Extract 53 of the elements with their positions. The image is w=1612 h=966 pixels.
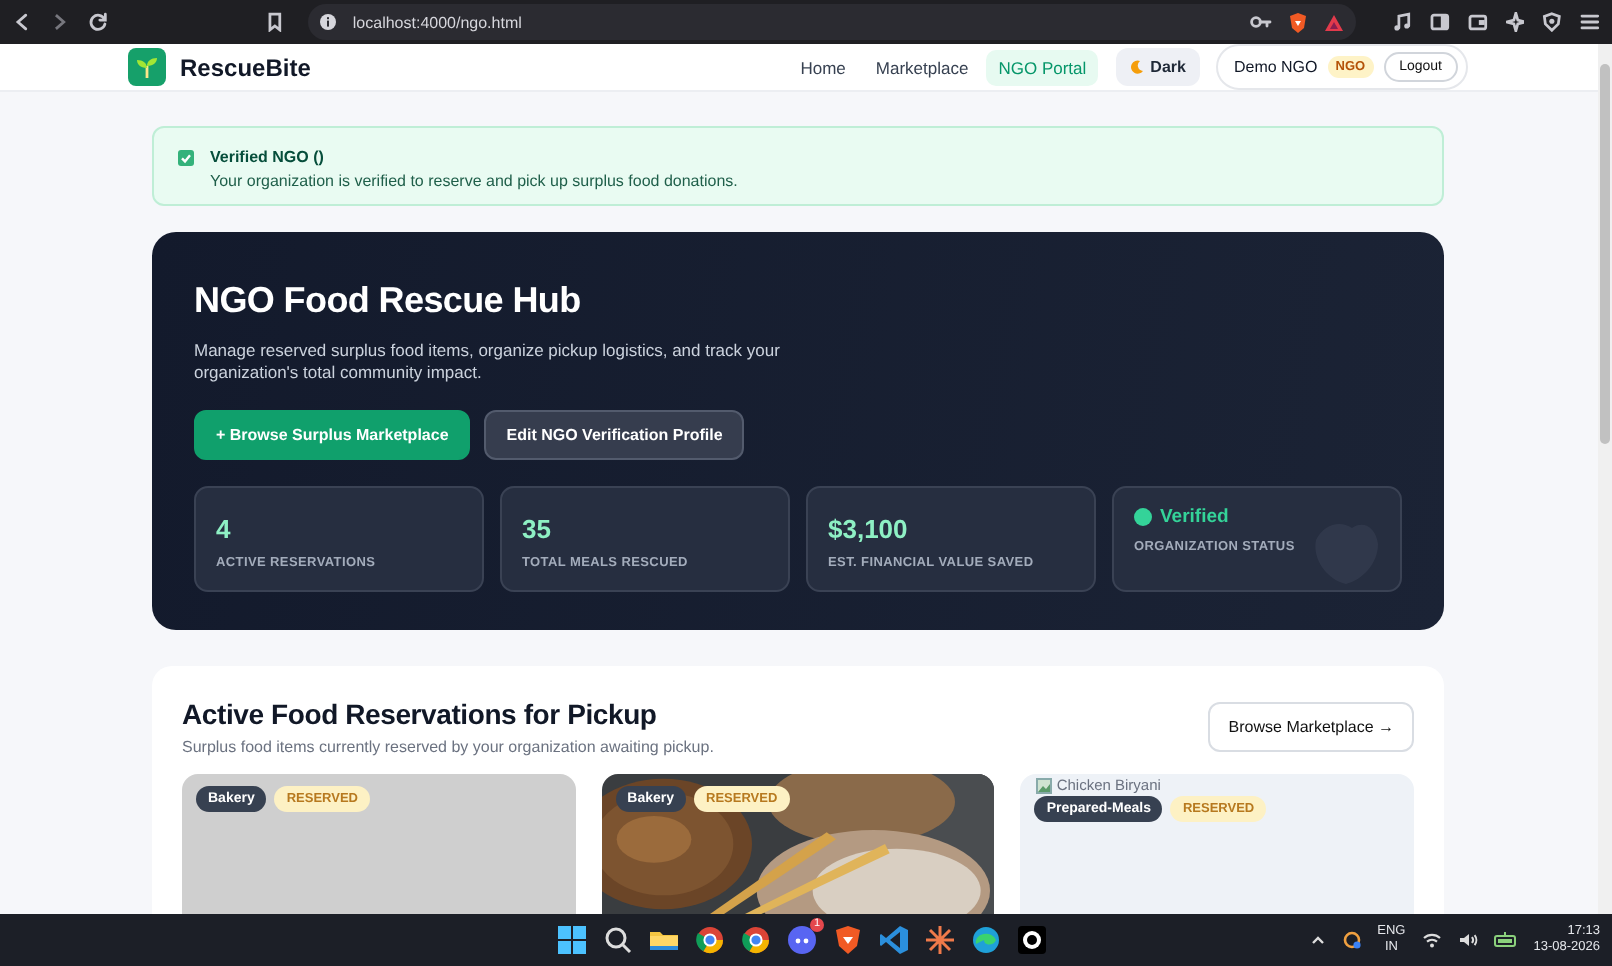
menu-icon[interactable] — [1580, 12, 1601, 32]
hero-description: Manage reserved surplus food items, organize pickup logistics, and track your organization's total community impact. — [194, 340, 782, 386]
status-value: Verified — [1160, 505, 1229, 528]
browser-icon[interactable] — [740, 924, 772, 956]
banner-title: Verified NGO () — [210, 148, 326, 166]
back-icon[interactable] — [12, 12, 32, 32]
broken-image-icon — [1036, 777, 1053, 793]
scrollbar-thumb[interactable] — [1600, 64, 1610, 444]
forward-icon[interactable] — [49, 12, 70, 32]
battery-icon[interactable] — [1493, 932, 1518, 948]
section-title: Active Food Reservations for Pickup — [182, 698, 659, 730]
reload-icon[interactable] — [87, 12, 108, 32]
info-icon — [320, 14, 337, 30]
wifi-icon[interactable] — [1421, 932, 1442, 948]
section-subtitle: Surplus food items currently reserved by your organization awaiting pickup. — [182, 738, 714, 756]
search-icon[interactable] — [602, 924, 634, 956]
status-dot-icon — [1134, 507, 1152, 526]
stat-value: 35 — [522, 513, 553, 544]
theme-toggle-button[interactable]: Dark — [1116, 48, 1200, 86]
browse-marketplace-button[interactable]: Browse Marketplace → — [1208, 702, 1414, 752]
moon-icon — [1130, 60, 1145, 74]
edge-browser-icon[interactable] — [970, 924, 1002, 956]
stat-value: $3,100 — [828, 513, 910, 544]
music-icon[interactable] — [1391, 12, 1412, 32]
wallet-icon[interactable] — [1467, 12, 1488, 32]
triangle-icon[interactable] — [1323, 13, 1344, 31]
key-icon[interactable] — [1249, 14, 1272, 30]
banner-message: Your organization is verified to reserve and pick up surplus food donations. — [210, 172, 738, 190]
stat-value: 4 — [216, 513, 233, 544]
chevron-up-icon[interactable] — [1309, 932, 1326, 948]
bookmark-icon[interactable] — [265, 12, 283, 32]
shield-icon[interactable] — [1542, 12, 1563, 32]
nav-link[interactable]: Marketplace — [863, 49, 981, 85]
sidebar-icon[interactable] — [1429, 12, 1450, 32]
sprout-logo-icon — [128, 48, 166, 86]
url-text: localhost:4000/ngo.html — [352, 13, 524, 31]
scrollbar[interactable] — [1598, 44, 1612, 914]
starburst-icon[interactable] — [924, 924, 956, 956]
chat-icon[interactable] — [786, 924, 818, 956]
sync-icon[interactable] — [1341, 930, 1362, 950]
code-editor-icon[interactable] — [878, 924, 910, 956]
lion-shield-icon[interactable] — [832, 924, 864, 956]
browser-icon[interactable] — [694, 924, 726, 956]
volume-icon[interactable] — [1457, 932, 1478, 948]
address-bar[interactable]: localhost:4000/ngo.html — [308, 4, 1356, 40]
lion-shield-icon[interactable] — [1287, 11, 1308, 33]
brand-name: RescueBite — [180, 53, 311, 81]
sparkle-icon[interactable] — [1505, 12, 1525, 32]
nav-link[interactable]: Home — [788, 49, 858, 85]
windows-start-icon[interactable] — [556, 924, 588, 956]
user-name: Demo NGO — [1233, 58, 1318, 76]
edit-profile-button[interactable]: Edit NGO Verification Profile — [484, 409, 745, 460]
hero-title: NGO Food Rescue Hub — [194, 280, 583, 322]
